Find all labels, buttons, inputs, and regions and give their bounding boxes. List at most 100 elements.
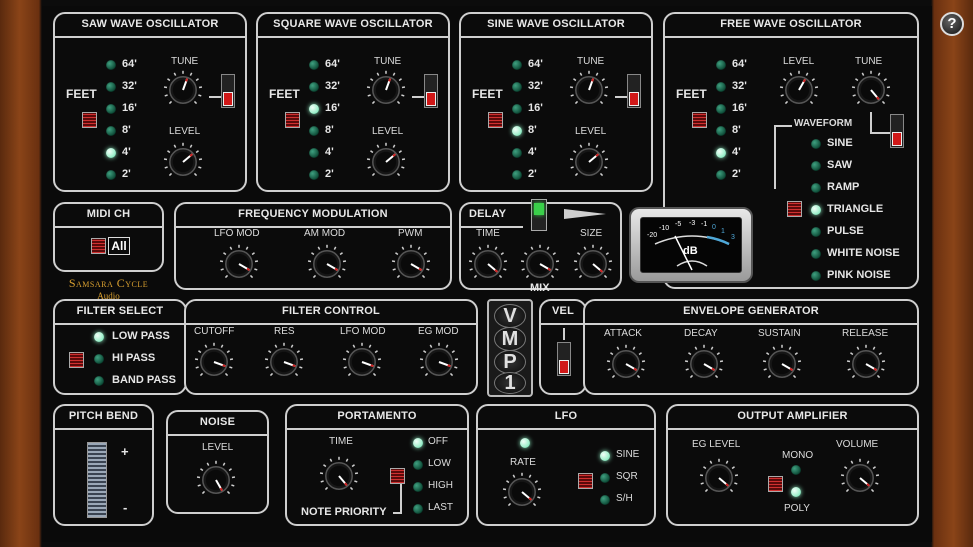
mono-led[interactable] xyxy=(791,465,801,475)
logo-letter: P xyxy=(494,350,526,374)
vu-tick-label: -10 xyxy=(659,225,670,232)
portamento-led-last[interactable] xyxy=(413,504,423,514)
portamento-option-label: LOW xyxy=(428,458,451,469)
midi-channel-display[interactable]: All xyxy=(108,237,130,255)
feet-led-32[interactable] xyxy=(106,82,116,92)
lfo-led-sqr[interactable] xyxy=(600,473,610,483)
envelope-release-knob[interactable] xyxy=(844,342,888,386)
feet-led-4[interactable] xyxy=(512,148,522,158)
filter-cutoff-knob[interactable] xyxy=(192,340,236,384)
tune-range-switch[interactable] xyxy=(221,74,235,108)
tune-knob[interactable] xyxy=(161,68,205,112)
feet-led-8[interactable] xyxy=(309,126,319,136)
waveform-led-saw[interactable] xyxy=(811,161,821,171)
help-button[interactable]: ? xyxy=(940,12,964,36)
envelope-sustain-knob[interactable] xyxy=(760,342,804,386)
portamento-led-low[interactable] xyxy=(413,460,423,470)
lfo-led-sh[interactable] xyxy=(600,495,610,505)
feet-switch[interactable] xyxy=(692,112,707,128)
feet-led-16[interactable] xyxy=(512,104,522,114)
feet-led-64[interactable] xyxy=(106,60,116,70)
tune-knob[interactable] xyxy=(364,68,408,112)
feet-led-2[interactable] xyxy=(716,170,726,180)
feet-led-8[interactable] xyxy=(512,126,522,136)
velocity-switch[interactable] xyxy=(557,342,571,376)
delay-level-wedge xyxy=(564,209,606,219)
waveform-led-white-noise[interactable] xyxy=(811,249,821,259)
brand-name: Samsara Cycle xyxy=(68,276,149,290)
waveform-led-pulse[interactable] xyxy=(811,227,821,237)
voice-mode-switch[interactable] xyxy=(768,476,783,492)
filter-knob-label: RES xyxy=(274,326,295,337)
midi-channel-switch[interactable] xyxy=(91,238,106,254)
feet-led-16[interactable] xyxy=(716,104,726,114)
filter-lfo-mod-knob[interactable] xyxy=(340,340,384,384)
filter-led-band-pass[interactable] xyxy=(94,376,104,386)
tune-range-switch[interactable] xyxy=(627,74,641,108)
volume-knob[interactable] xyxy=(838,456,882,500)
feet-led-32[interactable] xyxy=(309,82,319,92)
feet-led-64[interactable] xyxy=(512,60,522,70)
level-knob[interactable] xyxy=(777,68,821,112)
delay-on-switch[interactable] xyxy=(531,199,547,231)
fm-lfo-mod-knob[interactable] xyxy=(217,242,261,286)
portamento-led-high[interactable] xyxy=(413,482,423,492)
filter-led-low-pass[interactable] xyxy=(94,332,104,342)
level-knob[interactable] xyxy=(161,140,205,184)
feet-led-4[interactable] xyxy=(309,148,319,158)
waveform-switch[interactable] xyxy=(787,201,802,217)
lfo-rate-knob[interactable] xyxy=(500,470,544,514)
fm-am-mod-knob[interactable] xyxy=(305,242,349,286)
note-priority-switch[interactable] xyxy=(390,468,405,484)
feet-switch[interactable] xyxy=(82,112,97,128)
feet-led-8[interactable] xyxy=(716,126,726,136)
envelope-attack-knob[interactable] xyxy=(604,342,648,386)
waveform-led-triangle[interactable] xyxy=(811,205,821,215)
feet-led-32[interactable] xyxy=(512,82,522,92)
feet-switch[interactable] xyxy=(285,112,300,128)
pitch-bend-wheel[interactable] xyxy=(87,442,107,518)
feet-led-2[interactable] xyxy=(512,170,522,180)
tune-range-switch[interactable] xyxy=(424,74,438,108)
lfo-led-sine[interactable] xyxy=(600,451,610,461)
feet-led-64[interactable] xyxy=(716,60,726,70)
feet-led-8[interactable] xyxy=(106,126,116,136)
filter-led-hi-pass[interactable] xyxy=(94,354,104,364)
portamento-time-knob[interactable] xyxy=(317,454,361,498)
feet-led-16[interactable] xyxy=(106,104,116,114)
feet-led-2[interactable] xyxy=(309,170,319,180)
level-knob[interactable] xyxy=(567,140,611,184)
portamento-led-off[interactable] xyxy=(413,438,423,448)
filter-res-knob[interactable] xyxy=(262,340,306,384)
vu-tick-label: -5 xyxy=(675,221,682,228)
feet-led-32[interactable] xyxy=(716,82,726,92)
feet-led-4[interactable] xyxy=(106,148,116,158)
lfo-option-label: SQR xyxy=(616,471,638,482)
tune-range-switch[interactable] xyxy=(890,114,904,148)
feet-led-4[interactable] xyxy=(716,148,726,158)
waveform-led-sine[interactable] xyxy=(811,139,821,149)
tune-wire xyxy=(412,96,424,98)
filter-eg-mod-knob[interactable] xyxy=(417,340,461,384)
tune-knob[interactable] xyxy=(849,68,893,112)
eg-level-knob[interactable] xyxy=(697,456,741,500)
envelope-decay-knob[interactable] xyxy=(682,342,726,386)
feet-led-64[interactable] xyxy=(309,60,319,70)
tune-knob[interactable] xyxy=(567,68,611,112)
feet-value-label: 32' xyxy=(122,80,137,92)
feet-switch[interactable] xyxy=(488,112,503,128)
feet-led-16[interactable] xyxy=(309,104,319,114)
delay-mix-knob[interactable] xyxy=(518,242,562,286)
waveform-led-ramp[interactable] xyxy=(811,183,821,193)
feet-led-2[interactable] xyxy=(106,170,116,180)
waveform-led-pink-noise[interactable] xyxy=(811,271,821,281)
filter-type-switch[interactable] xyxy=(69,352,84,368)
level-knob[interactable] xyxy=(364,140,408,184)
lfo-wave-switch[interactable] xyxy=(578,473,593,489)
filter-knob-label: LFO MOD xyxy=(340,326,386,337)
delay-size-knob[interactable] xyxy=(571,242,615,286)
noise-level-knob[interactable] xyxy=(194,458,238,502)
delay-time-knob[interactable] xyxy=(466,242,510,286)
poly-led[interactable] xyxy=(791,487,801,497)
fm-pwm-knob[interactable] xyxy=(389,242,433,286)
